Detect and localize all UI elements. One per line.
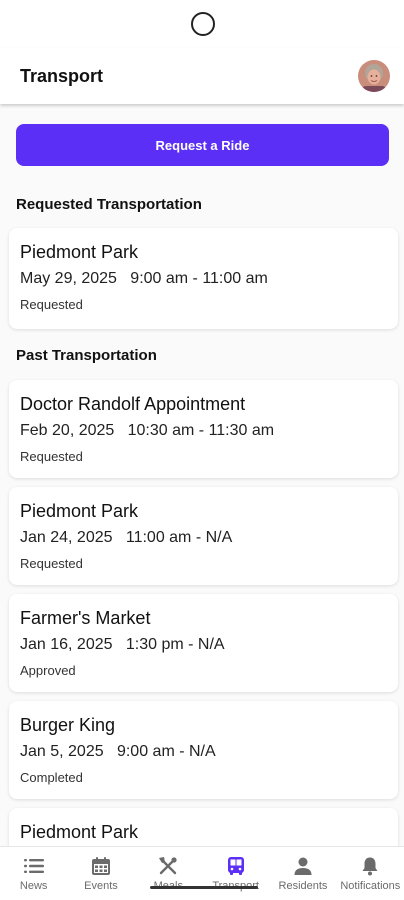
utensils-icon	[157, 855, 179, 877]
ride-title: Piedmont Park	[20, 242, 139, 262]
bus-icon	[225, 855, 247, 877]
ride-status: Approved	[20, 663, 76, 678]
nav-label: Notifications	[340, 880, 401, 892]
ride-status: Requested	[20, 449, 83, 464]
ride-status: Requested	[20, 297, 83, 312]
ride-card[interactable]: Burger King Jan 5, 2025 9:00 am - N/A Co…	[9, 701, 398, 799]
list-icon	[23, 855, 45, 877]
ride-card[interactable]: Piedmont Park	[9, 808, 398, 846]
ride-title: Piedmont Park	[20, 501, 139, 521]
past-section-title: Past Transportation	[16, 347, 157, 364]
ride-title: Farmer's Market	[20, 608, 151, 628]
request-ride-button[interactable]: Request a Ride	[16, 124, 389, 166]
ride-card[interactable]: Doctor Randolf Appointment Feb 20, 2025 …	[9, 380, 398, 478]
ride-title: Doctor Randolf Appointment	[20, 394, 246, 414]
nav-item-residents[interactable]: Residents	[269, 847, 336, 900]
transport-content[interactable]: Request a Ride Requested Transportation …	[0, 104, 404, 846]
ride-title: Piedmont Park	[20, 822, 139, 842]
page-title: Transport	[20, 65, 104, 86]
ride-card[interactable]: Farmer's Market Jan 16, 2025 1:30 pm - N…	[9, 594, 398, 692]
ride-datetime: May 29, 2025 9:00 am - 11:00 am	[20, 270, 268, 287]
app-header: Transport	[0, 48, 404, 104]
camera-cutout	[191, 12, 215, 36]
nav-item-notifications[interactable]: Notifications	[337, 847, 404, 900]
ride-datetime: Jan 16, 2025 1:30 pm - N/A	[20, 636, 225, 653]
bell-icon	[359, 855, 381, 877]
ride-datetime: Jan 5, 2025 9:00 am - N/A	[20, 743, 216, 760]
ride-card[interactable]: Piedmont Park Jan 24, 2025 11:00 am - N/…	[9, 487, 398, 585]
nav-label: News	[19, 880, 48, 892]
requested-section-title: Requested Transportation	[16, 196, 202, 213]
ride-status: Completed	[20, 770, 83, 785]
nav-item-meals[interactable]: Meals	[135, 847, 202, 900]
bottom-nav: News Events Meals	[0, 846, 404, 900]
ride-card[interactable]: Piedmont Park May 29, 2025 9:00 am - 11:…	[9, 228, 398, 329]
nav-item-news[interactable]: News	[0, 847, 67, 900]
home-indicator	[150, 886, 258, 889]
ride-datetime: Feb 20, 2025 10:30 am - 11:30 am	[20, 422, 275, 439]
nav-label: Residents	[278, 880, 328, 892]
nav-item-events[interactable]: Events	[67, 847, 134, 900]
calendar-icon	[90, 855, 112, 877]
nav-label: Events	[84, 880, 118, 892]
ride-title: Burger King	[20, 715, 116, 735]
status-bar	[0, 0, 404, 48]
ride-datetime: Jan 24, 2025 11:00 am - N/A	[20, 529, 233, 546]
person-icon	[292, 855, 314, 877]
nav-item-transport[interactable]: Transport	[202, 847, 269, 900]
avatar[interactable]	[358, 60, 390, 92]
ride-status: Requested	[20, 556, 83, 571]
